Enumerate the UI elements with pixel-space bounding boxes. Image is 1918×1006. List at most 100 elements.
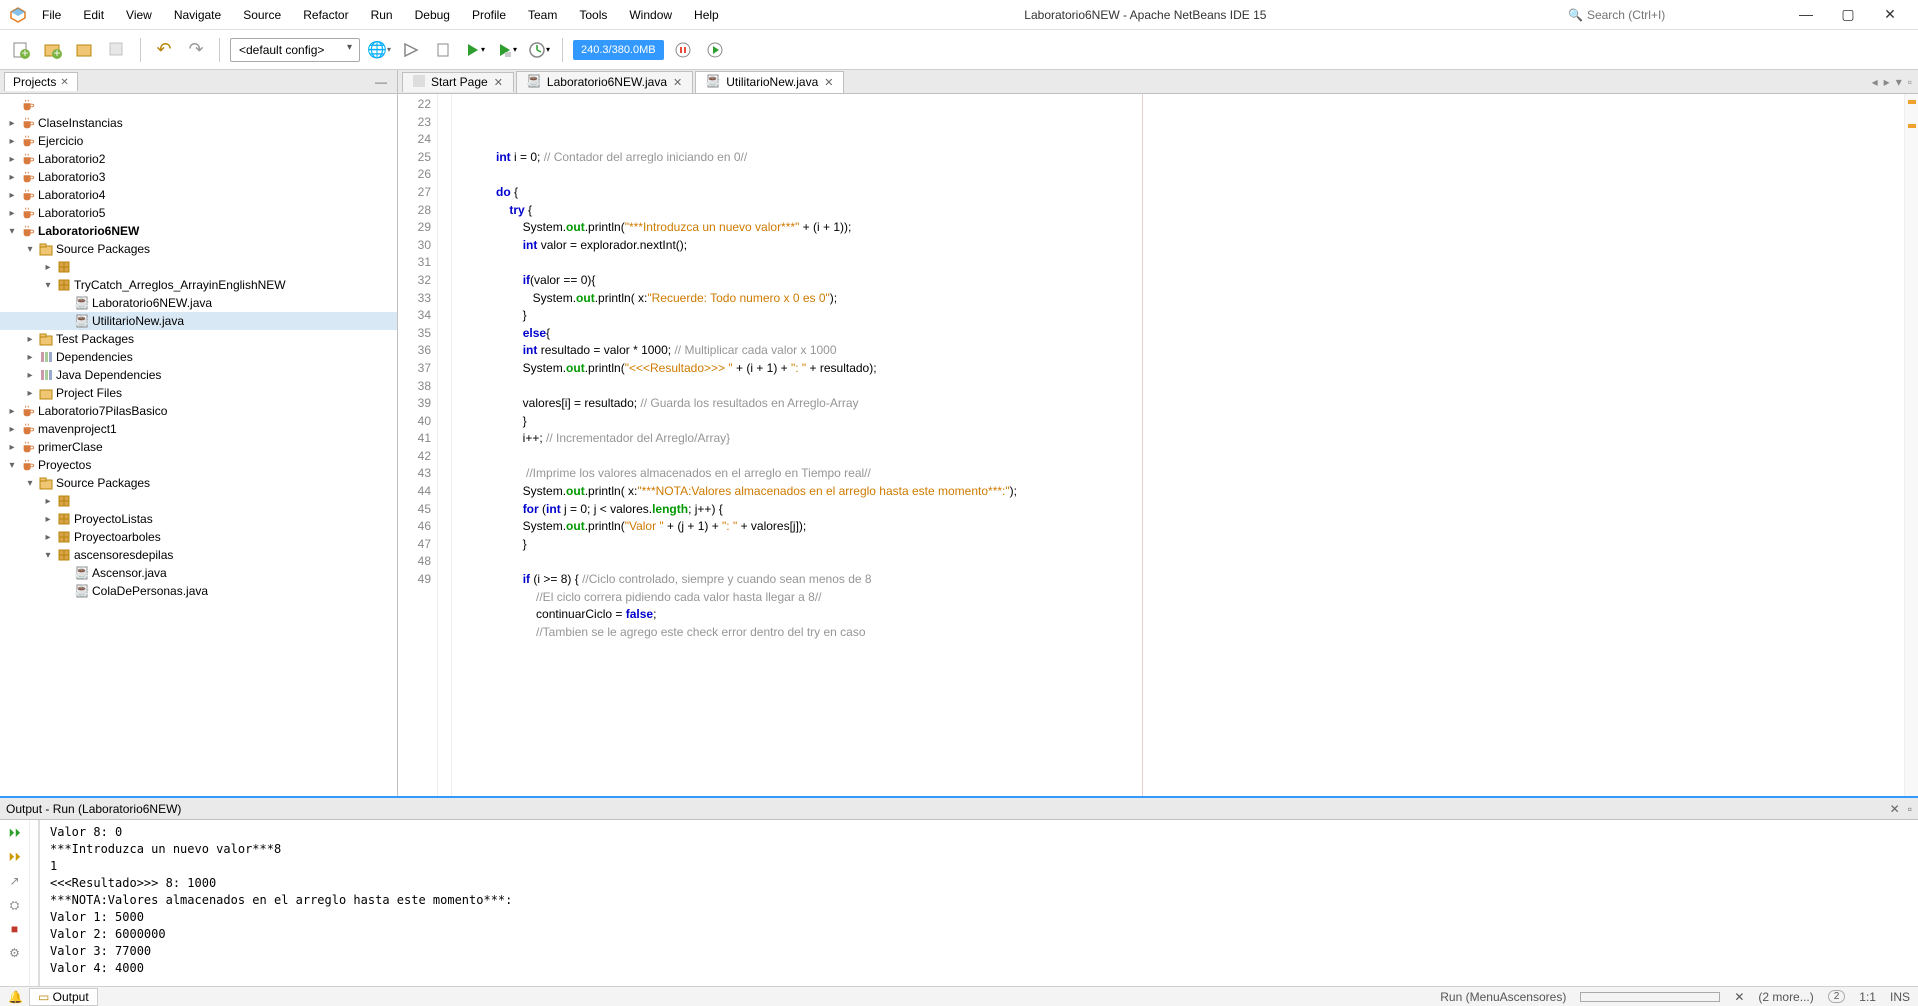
redo-button[interactable]: ↷ [183, 37, 209, 63]
menu-edit[interactable]: Edit [73, 4, 114, 26]
tree-item[interactable]: ▾Proyectos [0, 456, 397, 474]
tree-item[interactable]: ▸ClaseInstancias [0, 114, 397, 132]
close-icon[interactable]: ✕ [824, 76, 833, 89]
twisty-icon[interactable]: ▸ [6, 136, 18, 147]
output-max-icon[interactable]: ▫ [1908, 802, 1912, 816]
tree-item[interactable]: ▸Java Dependencies [0, 366, 397, 384]
tree-item[interactable]: ▸Laboratorio4 [0, 186, 397, 204]
wrap-button[interactable]: ⚙ [6, 944, 24, 962]
close-icon[interactable]: ✕ [60, 77, 68, 88]
menu-run[interactable]: Run [361, 4, 403, 26]
tree-item[interactable]: ☕Laboratorio6NEW.java [0, 294, 397, 312]
fold-gutter[interactable] [438, 94, 452, 796]
tree-item[interactable]: ☕UtilitarioNew.java [0, 312, 397, 330]
debug-button[interactable]: ▾ [494, 37, 520, 63]
twisty-icon[interactable]: ▸ [24, 352, 36, 363]
twisty-icon[interactable]: ▸ [24, 388, 36, 399]
twisty-icon[interactable]: ▸ [6, 406, 18, 417]
twisty-icon[interactable]: ▾ [6, 226, 18, 237]
tree-item[interactable]: ▸primerClase [0, 438, 397, 456]
twisty-icon[interactable]: ▸ [24, 370, 36, 381]
undo-button[interactable]: ↶ [151, 37, 177, 63]
tree-item[interactable]: ▸ProyectoListas [0, 510, 397, 528]
tree-item[interactable]: ▸Ejercicio [0, 132, 397, 150]
stop-button[interactable]: ↗ [6, 872, 24, 890]
twisty-icon[interactable]: ▸ [6, 154, 18, 165]
twisty-icon[interactable]: ▾ [42, 280, 54, 291]
tree-item[interactable]: ▸Dependencies [0, 348, 397, 366]
tree-item[interactable]: ▸ [0, 492, 397, 510]
code-editor[interactable]: 2223242526272829303132333435363738394041… [398, 94, 1918, 796]
settings-button[interactable]: ⛭ [6, 896, 24, 914]
rerun-button[interactable]: ⏵⏵ [6, 824, 24, 842]
output-text[interactable]: Valor 8: 0 ***Introduzca un nuevo valor*… [38, 820, 1918, 986]
menu-team[interactable]: Team [518, 4, 567, 26]
new-file-button[interactable]: + [8, 37, 34, 63]
close-button[interactable]: ✕ [1878, 6, 1902, 23]
tree-item[interactable]: ☕Ascensor.java [0, 564, 397, 582]
tree-item[interactable]: ▸ [0, 258, 397, 276]
tree-item[interactable]: ▾ascensoresdepilas [0, 546, 397, 564]
output-bottom-tab[interactable]: ▭ Output [29, 988, 98, 1006]
output-close-icon[interactable]: ✕ [1890, 802, 1900, 816]
memory-indicator[interactable]: 240.3/380.0MB [573, 40, 664, 60]
save-all-button[interactable] [104, 37, 130, 63]
search-box[interactable]: 🔍 [1562, 6, 1782, 24]
twisty-icon[interactable]: ▸ [6, 208, 18, 219]
twisty-icon[interactable]: ▾ [24, 478, 36, 489]
menu-profile[interactable]: Profile [462, 4, 516, 26]
twisty-icon[interactable]: ▸ [24, 334, 36, 345]
build-button[interactable] [398, 37, 424, 63]
twisty-icon[interactable]: ▸ [42, 514, 54, 525]
menu-source[interactable]: Source [233, 4, 291, 26]
tree-item[interactable] [0, 96, 397, 114]
search-input[interactable] [1587, 8, 1776, 22]
close-icon[interactable]: ✕ [673, 76, 682, 89]
notifications-icon[interactable]: 🔔 [8, 990, 23, 1004]
tree-item[interactable]: ▸Laboratorio3 [0, 168, 397, 186]
cancel-task-icon[interactable]: ✕ [1734, 990, 1744, 1004]
notif-count[interactable]: 2 [1828, 990, 1846, 1003]
rerun-all-button[interactable]: ⏵⏵ [6, 848, 24, 866]
tree-item[interactable]: ▾Source Packages [0, 240, 397, 258]
tab-prev-icon[interactable]: ◂ [1872, 75, 1878, 89]
projects-tab[interactable]: Projects ✕ [4, 72, 78, 91]
tree-item[interactable]: ☕ColaDePersonas.java [0, 582, 397, 600]
twisty-icon[interactable]: ▾ [42, 550, 54, 561]
tree-item[interactable]: ▸Laboratorio7PilasBasico [0, 402, 397, 420]
twisty-icon[interactable]: ▸ [42, 262, 54, 273]
profile-button[interactable]: ▾ [526, 37, 552, 63]
menu-help[interactable]: Help [684, 4, 729, 26]
twisty-icon[interactable]: ▸ [6, 172, 18, 183]
twisty-icon[interactable]: ▸ [6, 424, 18, 435]
tree-item[interactable]: ▸mavenproject1 [0, 420, 397, 438]
editor-tab[interactable]: ☕Laboratorio6NEW.java✕ [516, 71, 693, 93]
menu-tools[interactable]: Tools [569, 4, 617, 26]
tree-item[interactable]: ▸Laboratorio5 [0, 204, 397, 222]
menu-file[interactable]: File [32, 4, 71, 26]
close-icon[interactable]: ✕ [494, 76, 503, 89]
config-select[interactable]: <default config> [230, 38, 360, 62]
tree-item[interactable]: ▾Laboratorio6NEW [0, 222, 397, 240]
clean-build-button[interactable] [430, 37, 456, 63]
menu-view[interactable]: View [116, 4, 162, 26]
config-select-wrap[interactable]: <default config> [230, 38, 360, 62]
tree-item[interactable]: ▸Test Packages [0, 330, 397, 348]
stop2-button[interactable]: ■ [6, 920, 24, 938]
more-tasks[interactable]: (2 more...) [1758, 990, 1813, 1004]
pause-button[interactable] [670, 37, 696, 63]
resume-button[interactable] [702, 37, 728, 63]
editor-tab[interactable]: ☕UtilitarioNew.java✕ [695, 71, 844, 93]
tree-item[interactable]: ▸Project Files [0, 384, 397, 402]
error-stripe[interactable] [1904, 94, 1918, 796]
running-task[interactable]: Run (MenuAscensores) [1440, 990, 1566, 1004]
run-button[interactable]: ▾ [462, 37, 488, 63]
open-project-button[interactable] [72, 37, 98, 63]
menu-navigate[interactable]: Navigate [164, 4, 231, 26]
twisty-icon[interactable]: ▾ [6, 460, 18, 471]
globe-button[interactable]: 🌐▾ [366, 37, 392, 63]
menu-debug[interactable]: Debug [405, 4, 460, 26]
twisty-icon[interactable]: ▸ [6, 442, 18, 453]
minimize-button[interactable]: — [1794, 6, 1818, 23]
twisty-icon[interactable]: ▸ [6, 118, 18, 129]
